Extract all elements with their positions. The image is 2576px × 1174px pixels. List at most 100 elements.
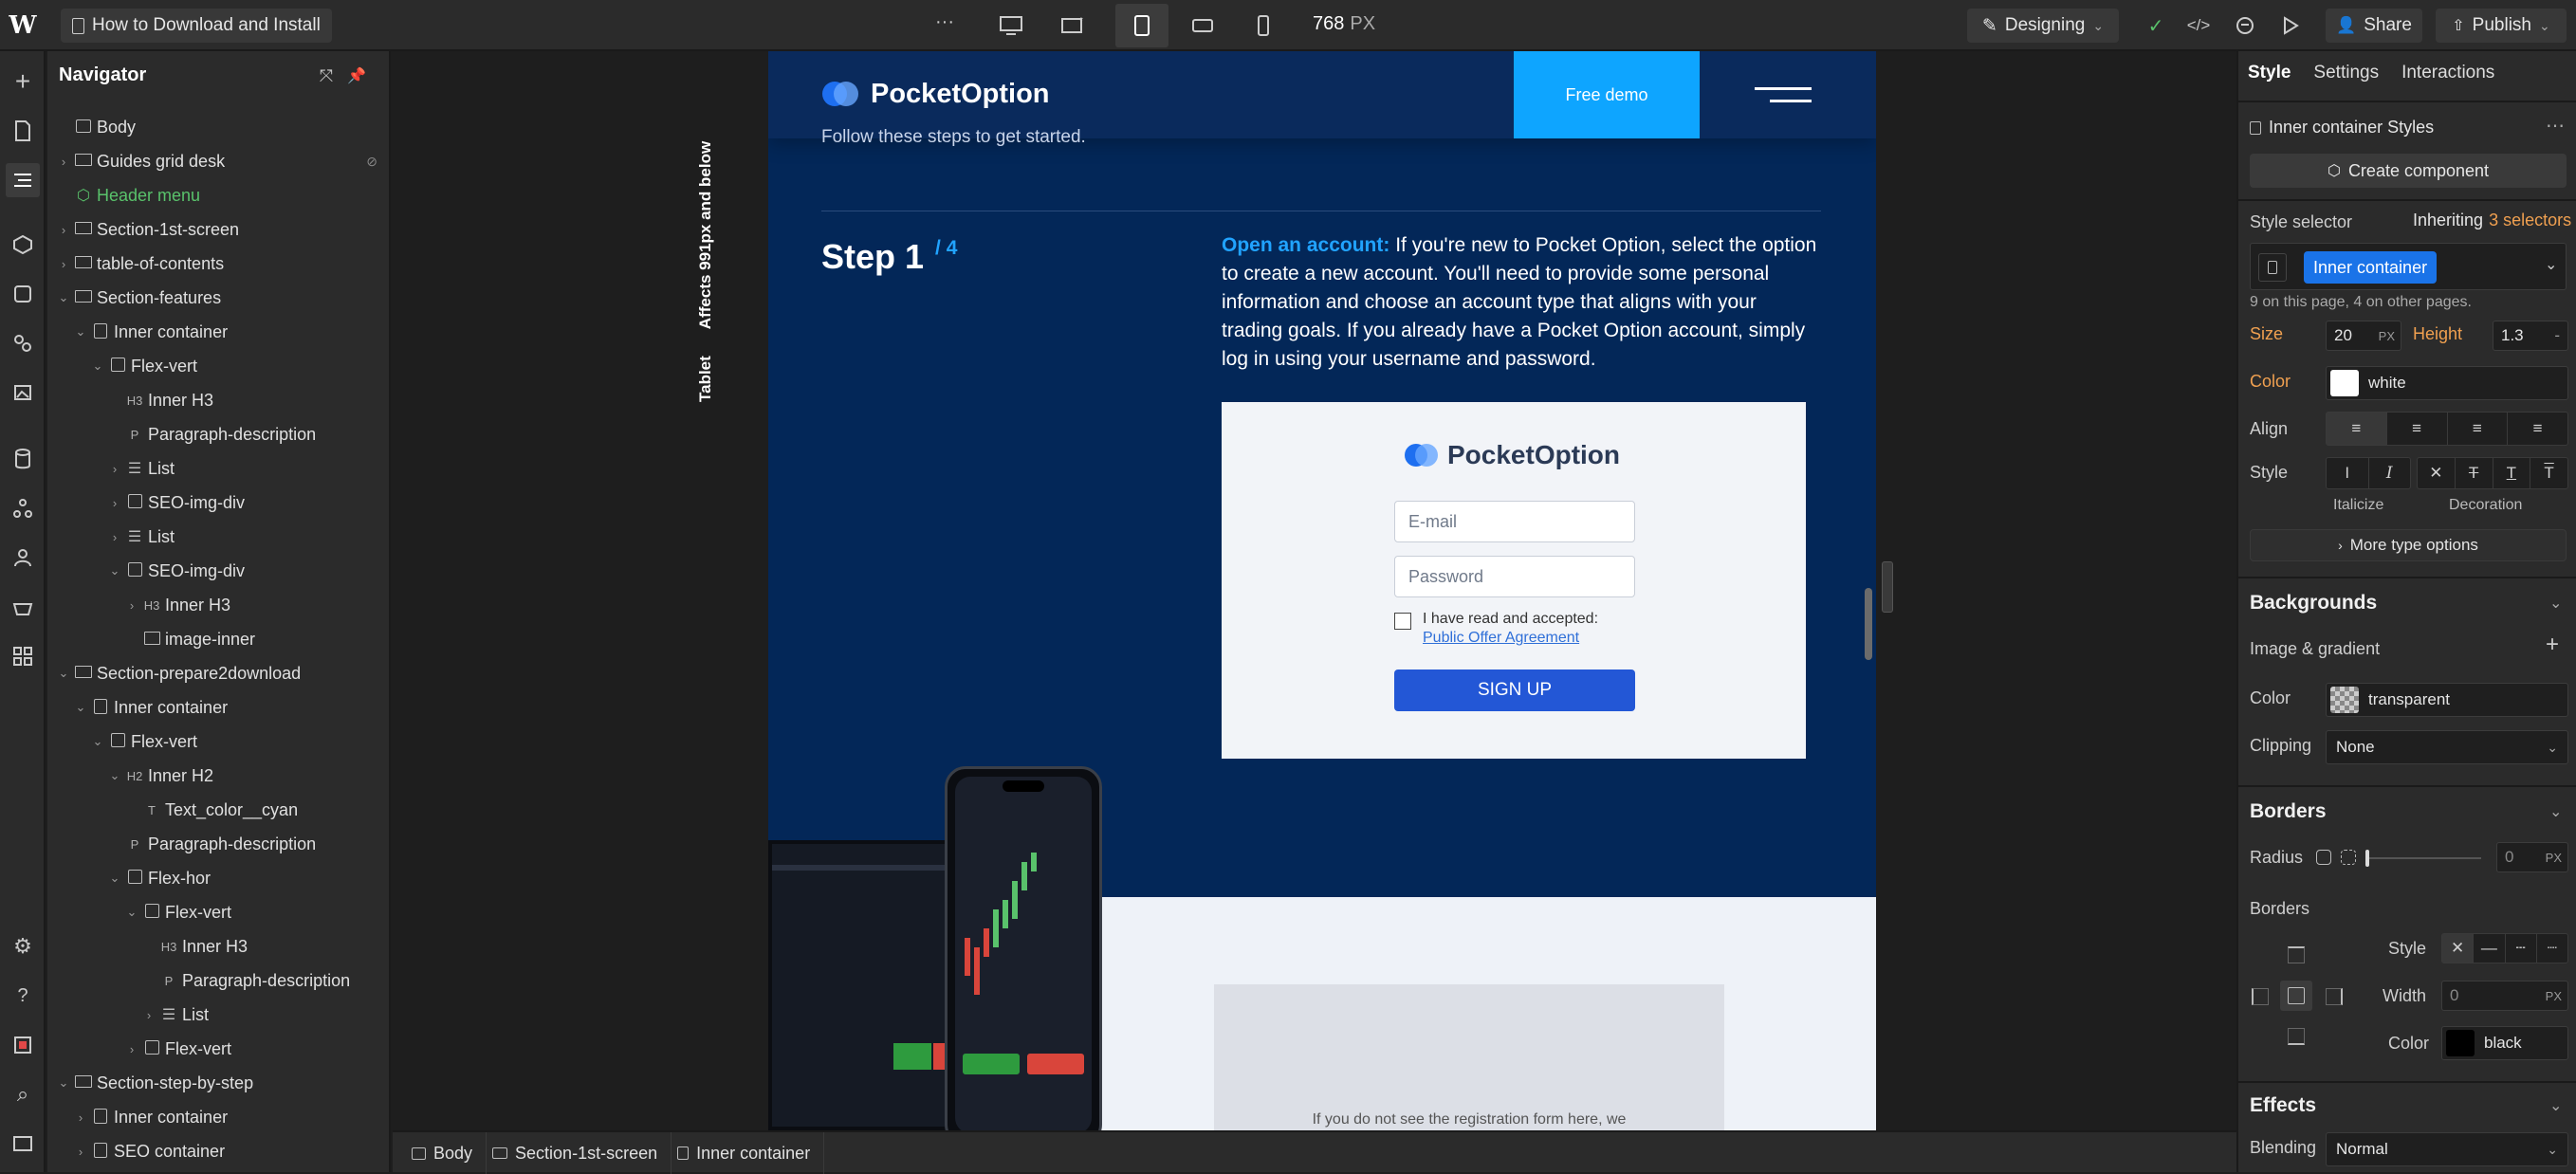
border-bottom-icon[interactable]: [2288, 1028, 2305, 1045]
mobile-landscape-icon[interactable]: [1184, 9, 1222, 42]
backgrounds-heading[interactable]: Backgrounds: [2250, 592, 2377, 615]
code-icon[interactable]: </>: [2183, 11, 2214, 40]
radius-input[interactable]: 0 PX: [2496, 842, 2568, 872]
expand-caret-icon[interactable]: ⌄: [108, 563, 121, 578]
navigator-item[interactable]: › SEO container: [47, 1134, 391, 1168]
no-decoration-icon[interactable]: ✕: [2418, 458, 2456, 488]
radius-slider[interactable]: [2367, 857, 2481, 859]
navigator-item[interactable]: ⌄ Inner container: [47, 315, 391, 349]
navigator-item[interactable]: ⌄ H2 Inner H2: [47, 759, 391, 793]
check-circle-icon[interactable]: ✓: [2142, 11, 2170, 40]
navigator-item[interactable]: › Flex-vert: [47, 1032, 391, 1066]
expand-caret-icon[interactable]: ⌄: [108, 768, 121, 783]
navigator-item[interactable]: ⌄ SEO-img-div: [47, 554, 391, 588]
preview-play-icon[interactable]: [2276, 11, 2305, 40]
add-element-icon[interactable]: +: [6, 64, 40, 99]
radius-individual-icon[interactable]: [2341, 850, 2356, 865]
desktop-large-breakpoint-icon[interactable]: *: [1055, 9, 1093, 42]
video-tutorial-icon[interactable]: [6, 1127, 40, 1161]
navigator-item[interactable]: image-inner: [47, 622, 391, 656]
expand-caret-icon[interactable]: ⌄: [108, 871, 121, 886]
navigator-item[interactable]: › SEO-img-div: [47, 486, 391, 520]
breadcrumb-item[interactable]: Body: [406, 1132, 488, 1174]
size-input[interactable]: 20 PX: [2326, 321, 2401, 351]
email-field[interactable]: E-mail: [1394, 501, 1635, 542]
expand-caret-icon[interactable]: ›: [57, 223, 70, 237]
expand-caret-icon[interactable]: ›: [74, 1110, 87, 1125]
expand-caret-icon[interactable]: ›: [108, 462, 121, 476]
border-all-icon[interactable]: [2280, 981, 2312, 1011]
expand-caret-icon[interactable]: ›: [125, 1042, 138, 1056]
comment-icon[interactable]: [2231, 11, 2259, 40]
tab-style[interactable]: Style: [2248, 63, 2291, 83]
inheriting-info[interactable]: Inheriting 3 selectors: [2413, 211, 2571, 230]
expand-caret-icon[interactable]: ›: [108, 496, 121, 510]
variables-icon[interactable]: [6, 326, 40, 360]
publish-button[interactable]: ⇧ Publish ⌄: [2436, 9, 2567, 43]
password-field[interactable]: Password: [1394, 556, 1635, 597]
create-component-button[interactable]: ⬡ Create component: [2250, 154, 2567, 188]
border-none-icon[interactable]: ✕: [2442, 934, 2475, 963]
navigator-item[interactable]: ⌄ Inner container: [47, 690, 391, 725]
canvas-resize-handle[interactable]: [1882, 561, 1893, 613]
ecommerce-icon[interactable]: [6, 590, 40, 624]
borders-heading[interactable]: Borders: [2250, 800, 2327, 823]
hamburger-menu-icon[interactable]: [1755, 87, 1812, 104]
underline-icon[interactable]: T: [2493, 458, 2531, 488]
border-dotted-icon[interactable]: ┈: [2537, 934, 2567, 963]
navigator-item[interactable]: › Guides grid desk ⊘: [47, 144, 391, 178]
webflow-logo-icon[interactable]: W: [6, 9, 40, 42]
italic-icon[interactable]: I: [2369, 458, 2411, 488]
help-icon[interactable]: ?: [6, 979, 40, 1013]
apps-icon[interactable]: [6, 639, 40, 673]
chevron-down-icon[interactable]: ⌄: [2549, 802, 2562, 821]
add-background-icon[interactable]: +: [2546, 632, 2559, 658]
tab-interactions[interactable]: Interactions: [2401, 63, 2494, 83]
more-options-icon[interactable]: ···: [935, 11, 954, 33]
navigator-item[interactable]: ⌄ Flex-vert: [47, 725, 391, 759]
cms-icon[interactable]: [6, 442, 40, 476]
mobile-portrait-icon[interactable]: [1244, 9, 1282, 42]
chevron-down-icon[interactable]: ⌄: [2549, 1096, 2562, 1115]
navigator-item[interactable]: P Paragraph-description: [47, 827, 391, 861]
navigator-item[interactable]: › ☰ List: [47, 451, 391, 486]
breadcrumb-item[interactable]: Section-1st-screen: [487, 1132, 672, 1174]
navigator-item[interactable]: ⬡ Header menu: [47, 178, 391, 212]
users-icon[interactable]: [6, 541, 40, 575]
navigator-item[interactable]: ⌄ Flex-vert: [47, 895, 391, 929]
navigator-icon[interactable]: [6, 163, 40, 197]
style-selectors-icon[interactable]: [6, 277, 40, 311]
chevron-down-icon[interactable]: ⌄: [2545, 255, 2557, 274]
navigator-item[interactable]: ⌄ Section-prepare2download: [47, 656, 391, 690]
hidden-eye-icon[interactable]: ⊘: [366, 154, 377, 170]
pin-icon[interactable]: 📌: [345, 64, 368, 87]
radius-slider-handle[interactable]: [2365, 850, 2369, 867]
border-left-icon[interactable]: [2252, 988, 2269, 1005]
border-top-icon[interactable]: [2288, 946, 2305, 963]
bg-color-input[interactable]: transparent: [2326, 683, 2568, 717]
expand-caret-icon[interactable]: ⌄: [57, 1075, 70, 1091]
navigator-item[interactable]: › Section-1st-screen: [47, 212, 391, 247]
navigator-item[interactable]: P Paragraph-description: [47, 417, 391, 451]
selector-field[interactable]: Inner container ⌄: [2250, 243, 2567, 290]
expand-caret-icon[interactable]: ⌄: [125, 905, 138, 920]
breadcrumb-item[interactable]: Inner container: [672, 1132, 825, 1174]
site-logo[interactable]: PocketOption: [821, 78, 1050, 110]
tablet-breakpoint-icon[interactable]: [1115, 4, 1168, 47]
more-options-icon[interactable]: ⋯: [2546, 114, 2565, 138]
expand-caret-icon[interactable]: ⌄: [91, 358, 104, 374]
tab-settings[interactable]: Settings: [2313, 63, 2379, 83]
share-button[interactable]: 👤 Share: [2326, 9, 2422, 43]
page-selector[interactable]: How to Download and Install: [61, 9, 332, 43]
border-right-icon[interactable]: [2326, 988, 2343, 1005]
search-icon[interactable]: ⌕: [6, 1077, 40, 1111]
effects-heading[interactable]: Effects: [2250, 1094, 2316, 1117]
border-solid-icon[interactable]: —: [2474, 934, 2506, 963]
record-icon[interactable]: [6, 1028, 40, 1062]
accept-checkbox[interactable]: [1394, 613, 1411, 630]
expand-caret-icon[interactable]: ⌄: [57, 290, 70, 305]
blending-select[interactable]: Normal ⌄: [2326, 1132, 2568, 1166]
color-swatch[interactable]: [2330, 370, 2359, 396]
mode-dropdown[interactable]: ✎ Designing ⌄: [1967, 9, 2119, 43]
navigator-item[interactable]: › table-of-contents: [47, 247, 391, 281]
